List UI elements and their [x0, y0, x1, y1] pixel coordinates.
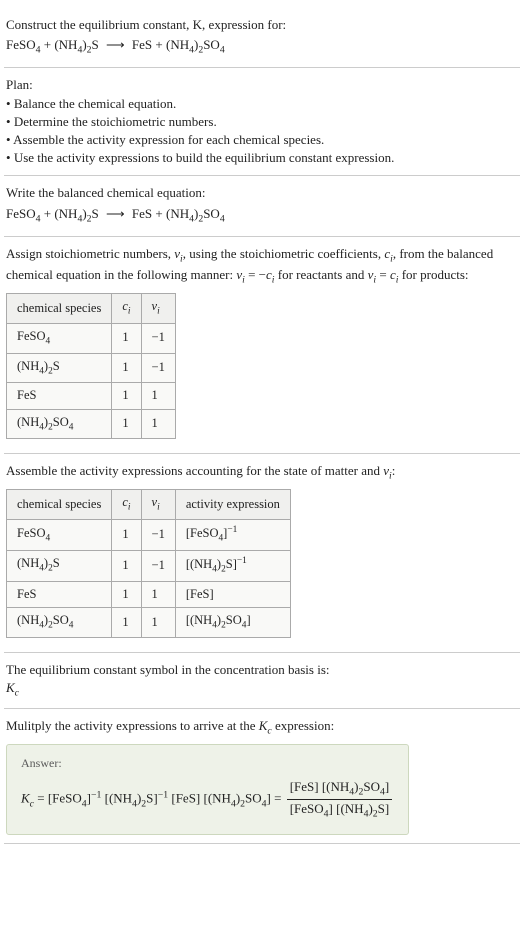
plan-section: Plan: Balance the chemical equation. Det… [4, 68, 520, 176]
table-row: (NH4)2SO4 1 1 [7, 409, 176, 439]
col-nui: νi [141, 490, 175, 520]
product-nh42so4: (NH4)2SO4 [166, 37, 225, 52]
cell-nui: 1 [141, 409, 175, 439]
plan-title: Plan: [6, 76, 518, 94]
question-line1: Construct the equilibrium constant, K, e… [6, 17, 286, 32]
cell-ci: 1 [112, 323, 141, 353]
cell-activity: [(NH4)2SO4] [175, 608, 290, 638]
cell-species: (NH4)2S [7, 353, 112, 383]
cell-activity: [FeS] [175, 581, 290, 608]
balanced-equation: FeSO4 + (NH4)2S ⟶ FeS + (NH4)2SO4 [6, 205, 518, 226]
activity-table: chemical species ci νi activity expressi… [6, 489, 291, 637]
table-row: FeS 1 1 [7, 383, 176, 410]
cell-nui: −1 [141, 323, 175, 353]
plan-item: Determine the stoichiometric numbers. [6, 113, 518, 131]
col-ci: ci [112, 490, 141, 520]
balanced-equation-section: Write the balanced chemical equation: Fe… [4, 176, 520, 236]
table-row: FeSO4 1 −1 [FeSO4]−1 [7, 520, 291, 551]
cell-activity: [(NH4)2S]−1 [175, 550, 290, 581]
product-fes: FeS [132, 37, 152, 52]
col-species: chemical species [7, 294, 112, 324]
reaction-equation: FeSO4 + (NH4)2S ⟶ FeS + (NH4)2SO4 [6, 36, 518, 57]
table-row: FeSO4 1 −1 [7, 323, 176, 353]
answer-section: Mulitply the activity expressions to arr… [4, 709, 520, 844]
fraction-denominator: [FeSO4] [(NH4)2S] [287, 800, 393, 821]
table-header-row: chemical species ci νi activity expressi… [7, 490, 291, 520]
activity-section: Assemble the activity expressions accoun… [4, 454, 520, 653]
table-header-row: chemical species ci νi [7, 294, 176, 324]
reaction-arrow-icon: ⟶ [106, 206, 125, 221]
plan-item: Use the activity expressions to build th… [6, 149, 518, 167]
question-header: Construct the equilibrium constant, K, e… [4, 8, 520, 68]
table-row: (NH4)2S 1 −1 [7, 353, 176, 383]
activity-intro: Assemble the activity expressions accoun… [6, 462, 518, 483]
col-species: chemical species [7, 490, 112, 520]
cell-ci: 1 [112, 383, 141, 410]
cell-nui: −1 [141, 353, 175, 383]
plan-item: Balance the chemical equation. [6, 95, 518, 113]
cell-ci: 1 [112, 353, 141, 383]
kc-symbol-section: The equilibrium constant symbol in the c… [4, 653, 520, 709]
answer-equation: Kc = [FeSO4]−1 [(NH4)2S]−1 [FeS] [(NH4)2… [21, 778, 394, 821]
table-row: (NH4)2SO4 1 1 [(NH4)2SO4] [7, 608, 291, 638]
stoich-section: Assign stoichiometric numbers, νi, using… [4, 237, 520, 454]
reaction-arrow-icon: ⟶ [106, 37, 125, 52]
answer-label: Answer: [21, 755, 394, 772]
fraction-numerator: [FeS] [(NH4)2SO4] [287, 778, 393, 800]
col-ci: ci [112, 294, 141, 324]
cell-species: FeSO4 [7, 323, 112, 353]
kc-symbol-text: The equilibrium constant symbol in the c… [6, 661, 518, 679]
cell-species: (NH4)2SO4 [7, 409, 112, 439]
multiply-text: Mulitply the activity expressions to arr… [6, 717, 518, 738]
kc-symbol: Kc [6, 679, 518, 700]
col-activity: activity expression [175, 490, 290, 520]
cell-ci: 1 [112, 409, 141, 439]
cell-nui: 1 [141, 383, 175, 410]
table-row: FeS 1 1 [FeS] [7, 581, 291, 608]
table-row: (NH4)2S 1 −1 [(NH4)2S]−1 [7, 550, 291, 581]
col-nui: νi [141, 294, 175, 324]
cell-activity: [FeSO4]−1 [175, 520, 290, 551]
question-text: Construct the equilibrium constant, K, e… [6, 16, 518, 34]
balanced-label: Write the balanced chemical equation: [6, 184, 518, 202]
cell-species: FeS [7, 383, 112, 410]
stoich-intro: Assign stoichiometric numbers, νi, using… [6, 245, 518, 287]
answer-box: Answer: Kc = [FeSO4]−1 [(NH4)2S]−1 [FeS]… [6, 744, 409, 834]
stoich-table: chemical species ci νi FeSO4 1 −1 (NH4)2… [6, 293, 176, 439]
reactant-feso4: FeSO4 [6, 37, 41, 52]
reactant-nh42s: (NH4)2S [54, 37, 98, 52]
plan-list: Balance the chemical equation. Determine… [6, 95, 518, 168]
answer-fraction: [FeS] [(NH4)2SO4][FeSO4] [(NH4)2S] [287, 778, 393, 821]
plan-item: Assemble the activity expression for eac… [6, 131, 518, 149]
